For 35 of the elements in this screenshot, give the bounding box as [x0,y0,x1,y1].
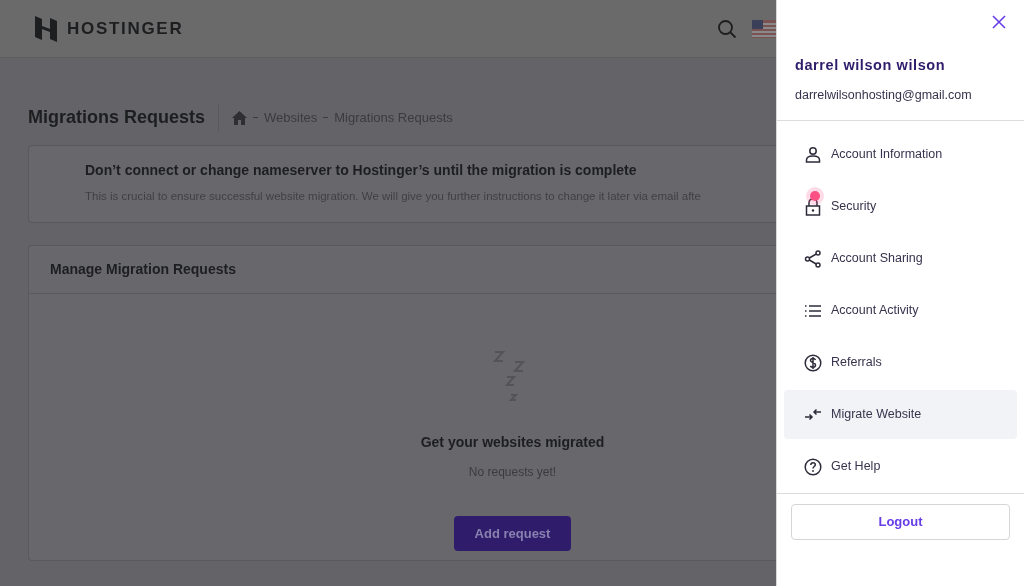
menu-item[interactable]: Account Information [784,130,1017,179]
alert-title: Don’t connect or change nameserver to Hostinger’s until the migration is complete [85,161,638,180]
user-name: darrel wilson wilson [795,56,946,75]
page-title: Migrations Requests [28,106,206,129]
person-icon [804,145,822,164]
search-icon[interactable] [717,18,737,39]
menu-item[interactable]: Referrals [784,338,1017,387]
menu-item-label: Account Information [831,146,943,164]
menu-item-label: Get Help [831,458,881,476]
dollar-icon [804,353,822,372]
share-icon [804,249,822,268]
breadcrumb-separator [253,117,259,118]
menu-item[interactable]: Account Activity [784,286,1017,335]
user-email: darrelwilsonhosting@gmail.com [795,86,972,104]
lock-icon [804,197,822,216]
menu-item[interactable]: Migrate Website [784,390,1017,439]
help-icon [804,457,822,476]
menu-item[interactable]: Get Help [784,442,1017,491]
menu-item[interactable]: Account Sharing [784,234,1017,283]
add-request-button[interactable]: Add request [454,516,571,551]
menu-item-label: Account Activity [831,302,919,320]
flag-icon[interactable] [752,19,776,38]
logout-button[interactable]: Logout [791,503,1010,540]
menu-item[interactable]: Security [784,182,1017,231]
home-icon[interactable] [232,110,248,125]
empty-state-title: Get your websites migrated [420,433,605,452]
menu-item-label: Account Sharing [831,250,923,268]
breadcrumb-separator [323,117,329,118]
logo-text: HOSTINGER [67,17,184,40]
logo-icon [34,15,58,42]
menu-item-label: Referrals [831,354,882,372]
card-title: Manage Migration Requests [50,260,236,279]
close-button[interactable] [991,14,1007,30]
menu-item-label: Security [831,198,877,216]
menu-item-label: Migrate Website [831,406,922,424]
